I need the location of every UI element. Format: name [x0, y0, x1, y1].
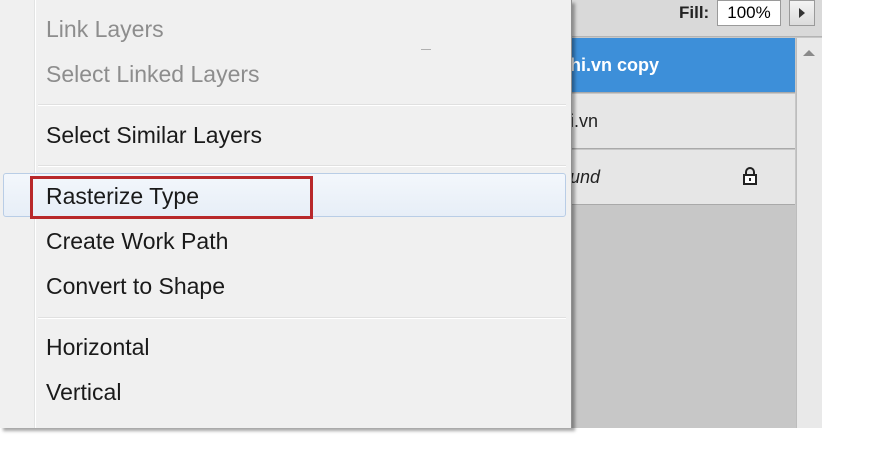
menu-item-horizontal[interactable]: Horizontal: [46, 332, 150, 362]
layer-row[interactable]: i.vn: [555, 94, 795, 149]
menu-item-vertical[interactable]: Vertical: [46, 377, 121, 407]
fill-label: Fill:: [679, 3, 710, 22]
layers-scrollbar[interactable]: [796, 38, 822, 428]
fill-slider-arrow-button[interactable]: [789, 0, 815, 26]
layers-panel: Fill: 100% hi.vn copy i.vn und: [555, 0, 822, 428]
menu-item-link-layers: Link Layers: [46, 16, 164, 42]
lock-icon: [743, 167, 757, 185]
layer-name: hi.vn copy: [570, 55, 660, 75]
scroll-up-arrow-icon[interactable]: [803, 50, 815, 56]
menu-item-select-linked-layers: Select Linked Layers: [46, 61, 260, 87]
layer-context-menu: Link Layers Select Linked Layers Select …: [0, 0, 572, 428]
layer-row[interactable]: hi.vn copy: [555, 38, 795, 93]
menu-separator: [38, 165, 566, 167]
menu-divider-mark: [421, 49, 431, 50]
menu-separator: [38, 104, 566, 106]
menu-item-convert-to-shape[interactable]: Convert to Shape: [46, 271, 225, 301]
menu-item-select-similar-layers[interactable]: Select Similar Layers: [46, 120, 262, 150]
layer-row[interactable]: und: [555, 150, 795, 205]
layer-name: i.vn: [570, 111, 599, 131]
layers-panel-toolbar: Fill: 100%: [555, 0, 822, 37]
layer-name: und: [570, 167, 601, 187]
fill-input[interactable]: 100%: [717, 0, 781, 26]
menu-separator: [38, 317, 566, 319]
menu-item-create-work-path[interactable]: Create Work Path: [46, 226, 228, 256]
annotation-highlight-box: [30, 176, 313, 219]
